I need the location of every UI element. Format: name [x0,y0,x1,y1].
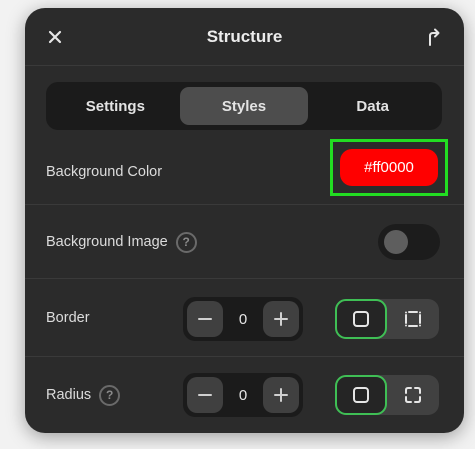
plus-icon [274,388,288,402]
share-arrow-icon[interactable] [424,27,444,47]
minus-icon [198,394,212,396]
tab-data[interactable]: Data [308,87,437,125]
background-color-swatch[interactable]: #ff0000 [340,149,438,186]
tab-bar: Settings Styles Data [46,82,442,130]
toggle-knob [384,230,408,254]
background-color-label: Background Color [46,138,162,205]
background-image-toggle[interactable] [378,224,440,260]
plus-button[interactable] [263,377,299,413]
individual-corners-icon[interactable] [387,375,439,415]
help-icon[interactable]: ? [175,231,197,253]
minus-button[interactable] [187,377,223,413]
background-image-label: Background Image ? [46,205,197,279]
border-mode-toggle [335,299,439,339]
minus-icon [198,318,212,320]
border-stepper: 0 [183,297,303,341]
radius-value[interactable]: 0 [223,373,263,417]
structure-panel: Structure Settings Styles Data Backgroun… [25,8,464,433]
radius-label: Radius ? [46,357,121,433]
individual-sides-icon[interactable] [387,299,439,339]
radius-label-text: Radius [46,387,92,403]
border-value[interactable]: 0 [223,297,263,341]
plus-button[interactable] [263,301,299,337]
tab-styles[interactable]: Styles [179,87,309,125]
radius-stepper: 0 [183,373,303,417]
all-corners-icon[interactable] [335,375,387,415]
background-image-label-text: Background Image [46,234,168,250]
plus-icon [274,312,288,326]
tab-settings[interactable]: Settings [51,87,180,125]
help-icon[interactable]: ? [99,384,121,406]
border-label: Border [46,279,90,357]
panel-title: Structure [206,26,283,46]
panel-header: Structure [25,8,464,66]
border-label-text: Border [46,310,90,326]
radius-mode-toggle [335,375,439,415]
background-color-label-text: Background Color [46,163,163,180]
all-sides-icon[interactable] [335,299,387,339]
close-icon[interactable] [45,27,65,47]
minus-button[interactable] [187,301,223,337]
